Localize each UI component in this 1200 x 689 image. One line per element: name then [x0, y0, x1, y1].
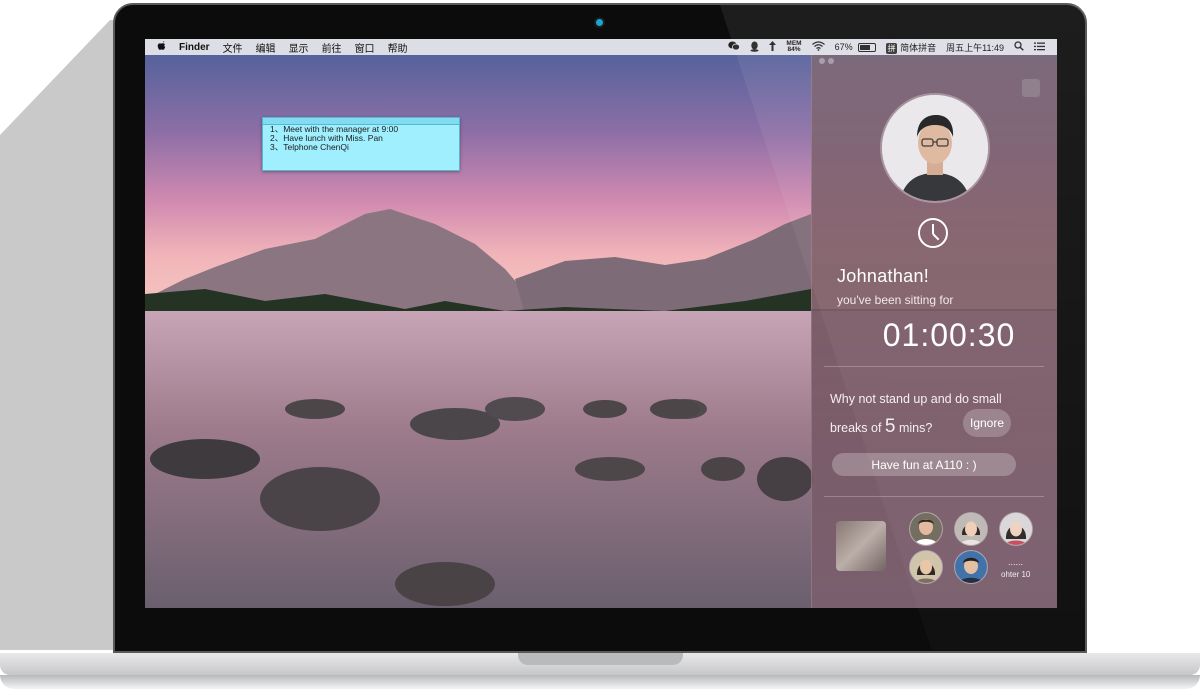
group-photo[interactable] — [836, 521, 886, 571]
webcam — [596, 19, 603, 26]
menubar-clock[interactable]: 周五上午11:49 — [946, 41, 1004, 54]
battery-icon — [858, 43, 877, 53]
user-avatar[interactable] — [882, 95, 988, 201]
have-fun-button[interactable]: Have fun at A110 : ) — [832, 453, 1016, 476]
sitting-duration-label: you've been sitting for — [837, 293, 954, 307]
qq-icon[interactable] — [750, 41, 759, 54]
friend-avatar[interactable] — [1000, 513, 1032, 545]
ignore-button[interactable]: Ignore — [963, 409, 1011, 437]
divider — [824, 366, 1044, 367]
friend-avatar[interactable] — [955, 551, 987, 583]
menu-bar: Finder 文件 编辑 显示 前往 窗口 帮助 MEM 84% 67% 拼 简… — [145, 39, 1057, 55]
notification-center-icon[interactable] — [1034, 42, 1045, 53]
window-controls — [819, 58, 834, 64]
upload-arrow-icon[interactable] — [769, 41, 777, 53]
more-friends-dots: ...... — [1008, 557, 1024, 567]
laptop-notch — [518, 653, 683, 665]
puzzle-piece-icon[interactable] — [1022, 79, 1040, 97]
input-method-label: 简体拼音 — [900, 42, 937, 53]
battery-status[interactable]: 67% — [834, 41, 877, 53]
sticky-note[interactable]: 1、Meet with the manager at 9:00 2、Have l… — [262, 117, 460, 171]
close-button[interactable] — [819, 58, 825, 64]
laptop-base-foot — [0, 675, 1200, 689]
menu-go[interactable]: 前往 — [322, 40, 342, 55]
apple-icon[interactable] — [157, 40, 169, 54]
menu-help[interactable]: 帮助 — [388, 40, 408, 55]
input-method[interactable]: 拼简体拼音 — [886, 41, 936, 54]
other-friends-count[interactable]: ohter 10 — [1001, 570, 1030, 579]
greeting-name: Johnathan! — [837, 266, 930, 286]
sitting-reminder-panel: Johnathan! you've been sitting for 01:00… — [811, 55, 1057, 608]
wifi-icon[interactable] — [811, 41, 825, 53]
spotlight-search-icon[interactable] — [1014, 41, 1024, 53]
menu-view[interactable]: 显示 — [289, 40, 309, 55]
sticky-note-line: 3、Telphone ChenQi — [270, 142, 349, 152]
screen: Finder 文件 编辑 显示 前往 窗口 帮助 MEM 84% 67% 拼 简… — [145, 39, 1057, 608]
menu-edit[interactable]: 编辑 — [256, 40, 276, 55]
memory-indicator[interactable]: MEM 84% — [786, 40, 801, 53]
clock-icon — [918, 218, 948, 248]
user-photo — [882, 95, 988, 201]
sitting-timer: 01:00:30 — [882, 317, 1016, 353]
minimize-button[interactable] — [828, 58, 834, 64]
divider — [824, 496, 1044, 497]
friend-avatar[interactable] — [955, 513, 987, 545]
menu-finder[interactable]: Finder — [179, 42, 210, 53]
menu-window[interactable]: 窗口 — [355, 40, 375, 55]
input-method-icon: 拼 — [886, 42, 898, 54]
wechat-icon[interactable] — [728, 41, 741, 53]
friend-avatar[interactable] — [910, 551, 942, 583]
menu-file[interactable]: 文件 — [223, 40, 243, 55]
friend-avatar[interactable] — [910, 513, 942, 545]
menu-extras: MEM 84% 67% 拼简体拼音 周五上午11:49 — [728, 39, 1045, 55]
battery-percent: 67% — [834, 41, 853, 52]
break-minutes: 5 — [884, 416, 896, 437]
